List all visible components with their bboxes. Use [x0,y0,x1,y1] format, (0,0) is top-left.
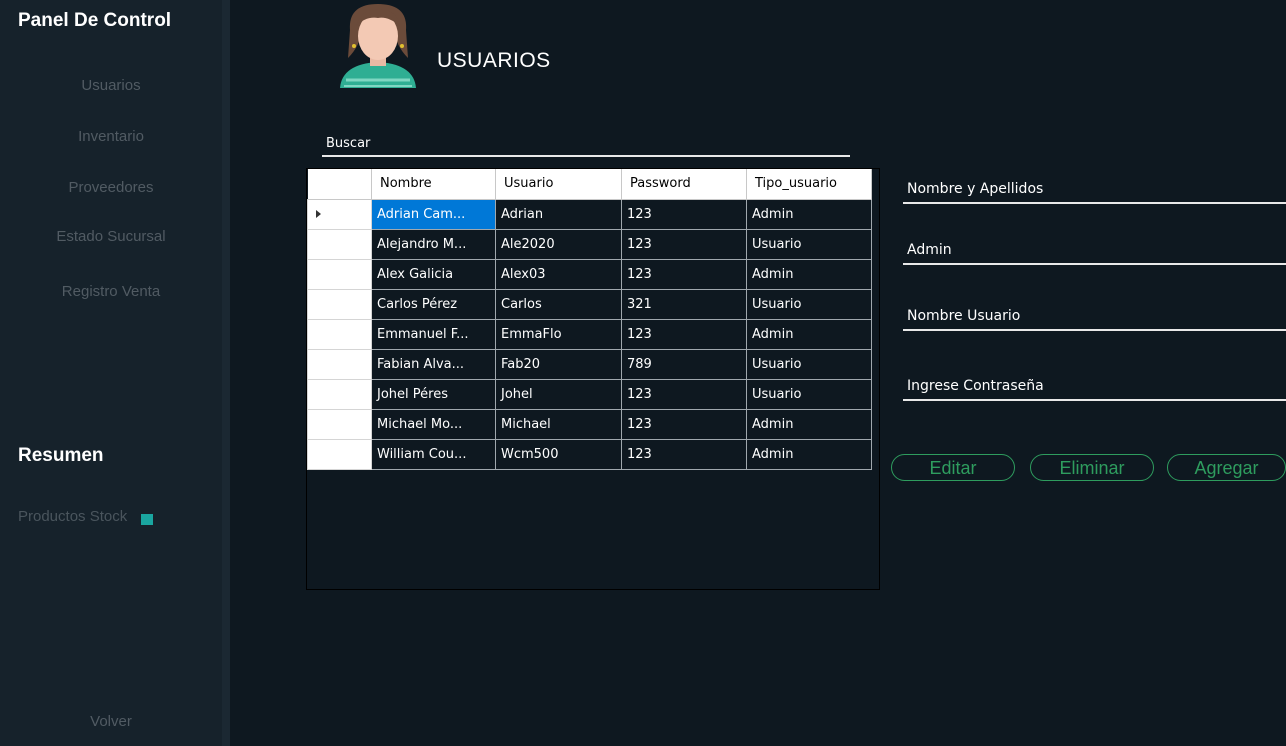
row-header[interactable] [307,228,372,260]
table-cell-password[interactable]: 123 [621,198,747,230]
user-type-field[interactable] [903,237,1286,265]
table-cell-password[interactable]: 123 [621,378,747,410]
table-cell-nombre[interactable]: Johel Péres [371,378,496,410]
table-cell-nombre[interactable]: Adrian Cam... [371,198,496,230]
back-button[interactable]: Volver [0,713,222,730]
sidebar: Panel De Control Usuarios Inventario Pro… [0,0,222,746]
users-grid: Nombre Usuario Password Tipo_usuario Adr… [307,169,872,470]
sidebar-divider [222,0,230,746]
table-cell-password[interactable]: 123 [621,228,747,260]
edit-button[interactable]: Editar [891,454,1015,481]
search-box [322,131,850,157]
table-cell-password[interactable]: 321 [621,288,747,320]
table-row[interactable]: Alex Galicia Alex03 123 Admin [307,258,872,290]
table-row[interactable]: Fabian Alva... Fab20 789 Usuario [307,348,872,380]
table-row[interactable]: Alejandro M... Ale2020 123 Usuario [307,228,872,260]
table-cell-tipo-usuario[interactable]: Admin [746,198,872,230]
table-cell-usuario[interactable]: Johel [495,378,622,410]
fullname-field[interactable] [903,176,1286,204]
table-cell-password[interactable]: 123 [621,408,747,440]
page-title: USUARIOS [437,49,551,72]
table-cell-tipo-usuario[interactable]: Admin [746,438,872,470]
row-header[interactable] [307,438,372,470]
row-header[interactable] [307,408,372,440]
row-header[interactable] [307,198,372,230]
row-header-corner [307,169,372,200]
table-row[interactable]: Emmanuel F... EmmaFlo 123 Admin [307,318,872,350]
table-cell-nombre[interactable]: Carlos Pérez [371,288,496,320]
column-header-nombre[interactable]: Nombre [371,169,496,200]
row-header[interactable] [307,258,372,290]
table-cell-nombre[interactable]: Emmanuel F... [371,318,496,350]
table-row[interactable]: Carlos Pérez Carlos 321 Usuario [307,288,872,320]
row-header[interactable] [307,348,372,380]
search-input[interactable] [322,131,850,157]
table-cell-usuario[interactable]: Fab20 [495,348,622,380]
user-avatar-icon [340,4,416,88]
users-table: Nombre Usuario Password Tipo_usuario Adr… [306,168,880,590]
column-header-password[interactable]: Password [621,169,747,200]
row-header[interactable] [307,288,372,320]
sidebar-item-inventario[interactable]: Inventario [0,128,222,145]
table-cell-nombre[interactable]: Michael Mo... [371,408,496,440]
sidebar-item-estado-sucursal[interactable]: Estado Sucursal [0,228,222,245]
table-cell-tipo-usuario[interactable]: Admin [746,258,872,290]
table-cell-tipo-usuario[interactable]: Admin [746,318,872,350]
table-cell-password[interactable]: 123 [621,258,747,290]
table-cell-usuario[interactable]: Ale2020 [495,228,622,260]
sidebar-item-proveedores[interactable]: Proveedores [0,179,222,196]
table-row[interactable]: William Cou... Wcm500 123 Admin [307,438,872,470]
table-cell-nombre[interactable]: Fabian Alva... [371,348,496,380]
password-field[interactable] [903,373,1286,401]
table-cell-tipo-usuario[interactable]: Usuario [746,348,872,380]
add-button[interactable]: Agregar [1167,454,1286,481]
column-header-tipo-usuario[interactable]: Tipo_usuario [746,169,872,200]
row-header[interactable] [307,318,372,350]
row-header[interactable] [307,378,372,410]
table-cell-nombre[interactable]: Alex Galicia [371,258,496,290]
products-stock[interactable]: Productos Stock [18,508,154,525]
stock-indicator-icon [141,514,154,525]
sidebar-title: Panel De Control [18,10,172,31]
table-cell-usuario[interactable]: Alex03 [495,258,622,290]
current-row-pointer-icon [316,209,321,218]
table-cell-tipo-usuario[interactable]: Usuario [746,228,872,260]
column-header-usuario[interactable]: Usuario [495,169,622,200]
summary-title: Resumen [18,445,104,466]
table-cell-password[interactable]: 123 [621,318,747,350]
table-header-row: Nombre Usuario Password Tipo_usuario [307,169,872,200]
sidebar-item-usuarios[interactable]: Usuarios [0,77,222,94]
table-row[interactable]: Adrian Cam... Adrian 123 Admin [307,198,872,230]
sidebar-item-registro-venta[interactable]: Registro Venta [0,283,222,300]
table-cell-usuario[interactable]: Adrian [495,198,622,230]
table-cell-password[interactable]: 789 [621,348,747,380]
table-cell-nombre[interactable]: William Cou... [371,438,496,470]
table-cell-nombre[interactable]: Alejandro M... [371,228,496,260]
delete-button[interactable]: Eliminar [1030,454,1154,481]
table-cell-tipo-usuario[interactable]: Usuario [746,288,872,320]
table-cell-usuario[interactable]: Wcm500 [495,438,622,470]
table-cell-tipo-usuario[interactable]: Admin [746,408,872,440]
table-cell-usuario[interactable]: EmmaFlo [495,318,622,350]
table-row[interactable]: Michael Mo... Michael 123 Admin [307,408,872,440]
products-stock-label: Productos Stock [18,508,128,525]
table-cell-tipo-usuario[interactable]: Usuario [746,378,872,410]
username-field[interactable] [903,303,1286,331]
table-cell-usuario[interactable]: Carlos [495,288,622,320]
table-cell-usuario[interactable]: Michael [495,408,622,440]
table-cell-password[interactable]: 123 [621,438,747,470]
table-row[interactable]: Johel Péres Johel 123 Usuario [307,378,872,410]
